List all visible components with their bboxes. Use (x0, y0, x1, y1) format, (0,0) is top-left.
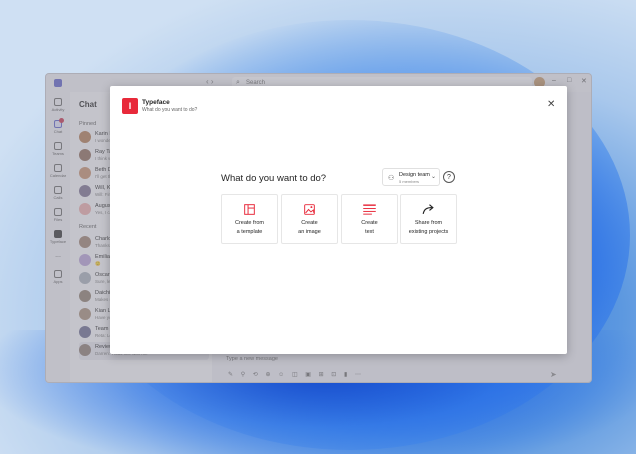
card-label: Create an image (282, 219, 337, 237)
card-label-line2: existing projects (408, 229, 449, 235)
typeface-dialog: I Typeface What do you want to do? ✕ Wha… (110, 86, 567, 354)
team-members: 5 members (399, 179, 420, 184)
card-label-line1: Create (301, 220, 318, 226)
card-label-line2: an image (298, 229, 321, 235)
help-button[interactable]: ? (443, 171, 455, 183)
text-icon (363, 204, 376, 215)
create-text-button[interactable]: Create text (341, 194, 398, 244)
dialog-app-name: Typeface (142, 99, 170, 106)
team-name: Design team (399, 172, 430, 178)
dialog-app-subtitle: What do you want to do? (142, 107, 198, 113)
people-icon: ⚇ (388, 175, 395, 182)
card-label-line2: a template (236, 229, 263, 235)
card-label: Create from a template (222, 219, 277, 237)
template-icon (244, 204, 255, 215)
card-label-line1: Share from (414, 220, 443, 226)
card-label: Share from existing projects (401, 219, 456, 237)
chevron-down-icon: ⌄ (431, 174, 437, 180)
create-image-button[interactable]: Create an image (281, 194, 338, 244)
typeface-logo-icon: I (122, 98, 138, 114)
share-from-projects-button[interactable]: Share from existing projects (400, 194, 457, 244)
card-label-line2: text (365, 229, 374, 235)
page-title: What do you want to do? (221, 173, 327, 184)
close-button[interactable]: ✕ (547, 99, 555, 110)
create-from-template-button[interactable]: Create from a template (221, 194, 278, 244)
card-label: Create text (342, 219, 397, 237)
team-selector[interactable]: ⚇ Design team 5 members ⌄ (382, 168, 440, 186)
card-label-line1: Create from (234, 220, 265, 226)
image-icon (304, 204, 315, 215)
card-label-line1: Create (361, 220, 378, 226)
share-icon (422, 204, 434, 214)
